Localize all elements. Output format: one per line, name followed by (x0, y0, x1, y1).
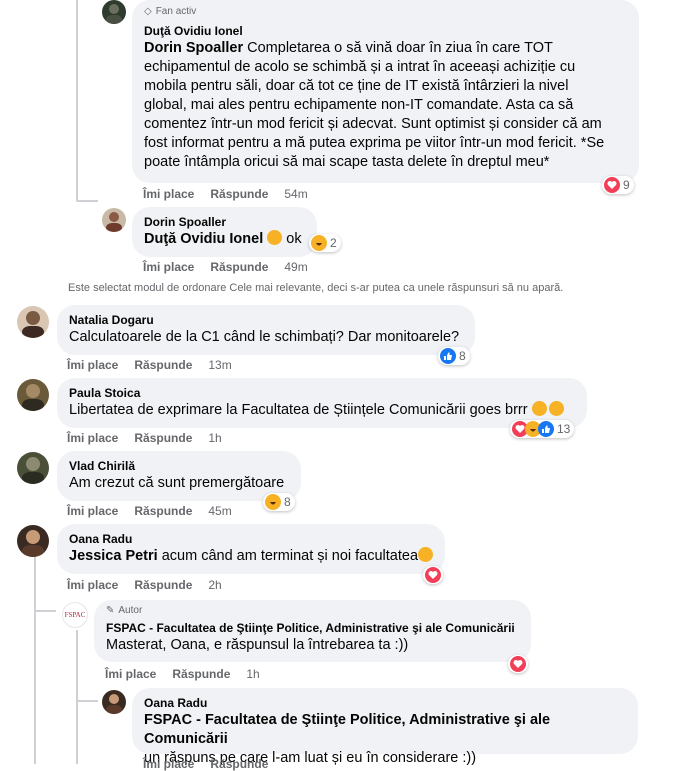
comment-bubble: ✎ Autor FSPAC - Facultatea de Ştiinţe Po… (94, 600, 531, 662)
fspac-logo: FSPAC (64, 611, 86, 619)
comment-text: Dorin Spoaller Completarea o să vină doa… (144, 40, 605, 170)
pencil-icon: ✎ (106, 605, 115, 616)
timestamp[interactable]: 13m (208, 358, 231, 372)
comment-author[interactable]: Paula Stoica (69, 385, 575, 401)
timestamp[interactable]: 49m (284, 260, 307, 274)
reaction-summary[interactable]: 13 (510, 420, 575, 438)
fspac-logo-avatar[interactable]: FSPAC (62, 602, 88, 628)
grin-emoji-icon (531, 401, 547, 416)
love-icon (604, 177, 620, 193)
like-button[interactable]: Îmi place (143, 260, 194, 274)
comment-author[interactable]: Vlad Chirilă (69, 458, 289, 474)
comment-bubble: Natalia Dogaru Calculatoarele de la C1 c… (57, 305, 475, 355)
diamond-icon: ◇ (144, 6, 152, 17)
timestamp[interactable]: 2h (208, 578, 221, 592)
reaction-summary[interactable] (423, 566, 443, 584)
comment-text: Calculatoarele de la C1 când le schimbaț… (69, 329, 460, 345)
like-button[interactable]: Îmi place (67, 431, 118, 445)
comment-actions: Îmi place Răspunde 54m (143, 187, 308, 201)
like-button[interactable]: Îmi place (67, 578, 118, 592)
like-button[interactable]: Îmi place (67, 358, 118, 372)
thread-line (34, 555, 36, 764)
timestamp[interactable]: 1h (208, 431, 221, 445)
author-badge: ✎ Autor (106, 605, 143, 616)
comment-author[interactable]: Duţă Ovidiu Ionel (144, 23, 627, 39)
thread-line (76, 200, 98, 202)
comment-author[interactable]: Dorin Spoaller (144, 214, 305, 230)
like-button[interactable]: Îmi place (67, 504, 118, 518)
comment-bubble: Vlad Chirilă Am crezut că sunt premergăt… (57, 451, 301, 501)
reaction-summary[interactable]: 9 (602, 176, 634, 194)
grin-emoji-icon (548, 401, 564, 416)
like-button[interactable]: Îmi place (105, 667, 156, 681)
avatar[interactable] (17, 525, 49, 557)
comment-actions: Îmi place Răspunde 45m (67, 504, 232, 518)
love-icon (425, 567, 441, 583)
avatar[interactable] (102, 690, 126, 714)
comment-author[interactable]: Natalia Dogaru (69, 312, 463, 328)
like-icon (538, 421, 554, 437)
comment-author[interactable]: Oana Radu (144, 695, 626, 711)
mention-link[interactable]: Dorin Spoaller (144, 40, 243, 56)
reply-button[interactable]: Răspunde (210, 260, 268, 274)
comment-actions: Îmi place Răspunde (143, 757, 268, 771)
comment-actions: Îmi place Răspunde 2h (67, 578, 222, 592)
thread-line (76, 0, 78, 200)
avatar[interactable] (17, 379, 49, 411)
mention-link[interactable]: FSPAC - Facultatea de Ştiinţe Politice, … (144, 712, 550, 747)
reaction-summary[interactable]: 8 (438, 347, 470, 365)
mention-link[interactable]: Duţă Ovidiu Ionel (144, 231, 263, 247)
comment-actions: Îmi place Răspunde 13m (67, 358, 232, 372)
reaction-summary[interactable] (508, 655, 528, 673)
timestamp[interactable]: 54m (284, 187, 307, 201)
comment-text: Jessica Petri acum când am terminat și n… (69, 547, 434, 566)
sort-notice: Este selectat modul de ordonare Cele mai… (68, 282, 564, 294)
reaction-summary[interactable]: 8 (263, 493, 295, 511)
comment-bubble: ◇ Fan activ Duţă Ovidiu Ionel Dorin Spoa… (132, 0, 639, 183)
reply-button[interactable]: Răspunde (134, 504, 192, 518)
reply-button[interactable]: Răspunde (134, 578, 192, 592)
avatar[interactable] (102, 208, 126, 232)
timestamp[interactable]: 1h (246, 667, 259, 681)
comment-bubble: Oana Radu Jessica Petri acum când am ter… (57, 524, 445, 574)
comment-actions: Îmi place Răspunde 1h (67, 431, 222, 445)
avatar[interactable] (17, 452, 49, 484)
thread-line (34, 610, 56, 612)
comment-bubble: Paula Stoica Libertatea de exprimare la … (57, 378, 587, 428)
comment-actions: Îmi place Răspunde 1h (105, 667, 260, 681)
timestamp[interactable]: 45m (208, 504, 231, 518)
haha-icon (311, 235, 327, 251)
thread-line (76, 700, 98, 702)
comment-text: Am crezut că sunt premergătoare (69, 475, 285, 491)
avatar[interactable] (17, 306, 49, 338)
reply-button[interactable]: Răspunde (210, 757, 268, 771)
comment-actions: Îmi place Răspunde 49m (143, 260, 308, 274)
like-button[interactable]: Îmi place (143, 757, 194, 771)
comment-bubble: Oana Radu FSPAC - Facultatea de Ştiinţe … (132, 688, 638, 766)
like-icon (440, 348, 456, 364)
fan-badge: ◇ Fan activ (144, 6, 197, 17)
comment-text: Masterat, Oana, e răspunsul la întrebare… (106, 637, 409, 653)
mention-link[interactable]: Jessica Petri (69, 548, 158, 564)
comment-author[interactable]: Oana Radu (69, 531, 433, 547)
like-button[interactable]: Îmi place (143, 187, 194, 201)
comment-bubble: Dorin Spoaller Duţă Ovidiu Ionel ok (132, 207, 317, 257)
thread-line (76, 630, 78, 764)
reply-button[interactable]: Răspunde (172, 667, 230, 681)
comment-text: Libertatea de exprimare la Facultatea de… (69, 401, 575, 420)
smile-emoji-icon (267, 230, 283, 245)
reaction-summary[interactable]: 2 (309, 234, 341, 252)
haha-icon (265, 494, 281, 510)
comment-author[interactable]: FSPAC - Facultatea de Ştiinţe Politice, … (106, 620, 519, 636)
avatar[interactable] (102, 0, 126, 24)
comment-text: Duţă Ovidiu Ionel ok (144, 230, 302, 247)
reply-button[interactable]: Răspunde (210, 187, 268, 201)
love-icon (510, 656, 526, 672)
reply-button[interactable]: Răspunde (134, 358, 192, 372)
reply-button[interactable]: Răspunde (134, 431, 192, 445)
grin-emoji-icon (418, 547, 434, 562)
